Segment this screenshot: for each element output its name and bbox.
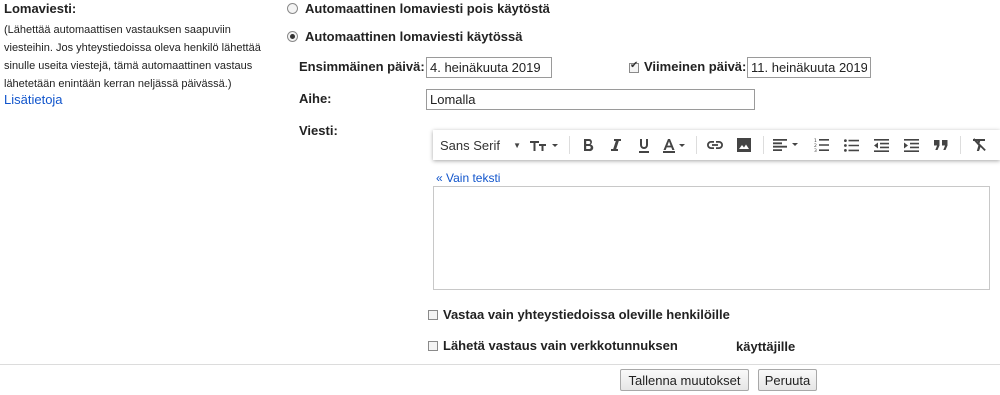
remove-formatting-icon[interactable] (965, 130, 993, 160)
font-family-value: Sans Serif (440, 137, 500, 153)
learn-more-link[interactable]: Lisätietoja (4, 92, 63, 107)
last-day-checkbox[interactable] (629, 60, 639, 73)
toolbar-separator (763, 136, 764, 154)
message-label: Viesti: (299, 123, 338, 138)
subject-input[interactable] (426, 89, 755, 110)
domain-only-suffix: käyttäjille (736, 339, 796, 354)
text-color-icon[interactable] (658, 130, 692, 160)
toolbar-separator (960, 136, 961, 154)
image-icon[interactable] (729, 130, 759, 160)
vacation-responder-title: Lomaviesti: (4, 1, 77, 16)
vacation-on-label: Automaattinen lomaviesti käytössä (305, 29, 523, 44)
font-family-select[interactable]: Sans Serif ▼ (433, 138, 525, 153)
vacation-responder-description: (Lähettää automaattisen vastauksen saapu… (4, 24, 261, 90)
first-day-input[interactable] (426, 57, 552, 78)
numbered-list-icon[interactable]: 123 (806, 130, 836, 160)
last-day-input[interactable] (747, 57, 871, 78)
toolbar-separator (696, 136, 697, 154)
cancel-button[interactable]: Peruuta (758, 369, 817, 391)
vacation-off-option[interactable]: Automaattinen lomaviesti pois käytöstä (287, 1, 550, 16)
contacts-only-checkbox[interactable] (428, 309, 438, 320)
vacation-on-option[interactable]: Automaattinen lomaviesti käytössä (287, 29, 522, 44)
last-day-label: Viimeinen päivä: (644, 59, 747, 74)
formatting-toolbar: Sans Serif ▼ 123 (433, 130, 1000, 160)
quote-icon[interactable] (926, 130, 956, 160)
domain-only-option[interactable]: Lähetä vastaus vain verkkotunnuksen (428, 338, 678, 353)
indent-less-icon[interactable] (866, 130, 896, 160)
vacation-off-radio[interactable] (287, 3, 298, 14)
contacts-only-option[interactable]: Vastaa vain yhteystiedoissa oleville hen… (428, 307, 730, 322)
indent-more-icon[interactable] (896, 130, 926, 160)
domain-only-checkbox[interactable] (428, 340, 438, 351)
footer-divider (0, 364, 1000, 365)
bold-icon[interactable] (574, 130, 602, 160)
underline-icon[interactable] (630, 130, 658, 160)
vacation-off-label: Automaattinen lomaviesti pois käytöstä (305, 1, 550, 16)
bulleted-list-icon[interactable] (836, 130, 866, 160)
plain-text-link[interactable]: « Vain teksti (436, 171, 500, 185)
first-day-label: Ensimmäinen päivä: (299, 59, 425, 74)
svg-text:3: 3 (814, 148, 817, 152)
save-changes-button[interactable]: Tallenna muutokset (620, 369, 749, 391)
italic-icon[interactable] (602, 130, 630, 160)
toolbar-separator (569, 136, 570, 154)
subject-label: Aihe: (299, 91, 332, 106)
text-size-icon[interactable] (525, 130, 565, 160)
chevron-down-icon: ▼ (513, 140, 521, 150)
message-editor[interactable] (433, 186, 990, 290)
align-icon[interactable] (768, 130, 806, 160)
link-icon[interactable] (701, 130, 729, 160)
domain-only-label: Lähetä vastaus vain verkkotunnuksen (443, 338, 678, 353)
vacation-on-radio[interactable] (287, 31, 298, 42)
contacts-only-label: Vastaa vain yhteystiedoissa oleville hen… (443, 307, 730, 322)
